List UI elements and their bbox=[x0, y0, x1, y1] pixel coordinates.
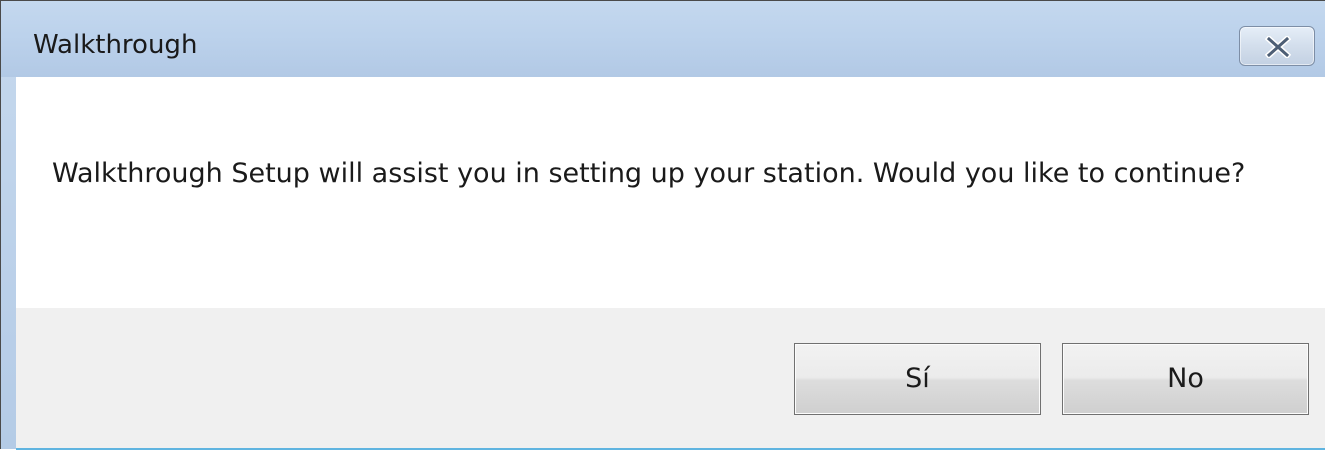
title-bar[interactable]: Walkthrough bbox=[1, 1, 1325, 77]
close-x-icon bbox=[1265, 36, 1291, 58]
dialog-body: Walkthrough Setup will assist you in set… bbox=[16, 77, 1325, 450]
window-title: Walkthrough bbox=[33, 30, 198, 60]
button-area: Sí No bbox=[16, 308, 1325, 450]
dialog-message: Walkthrough Setup will assist you in set… bbox=[52, 158, 1246, 189]
close-button[interactable] bbox=[1239, 26, 1315, 66]
no-button[interactable]: No bbox=[1062, 343, 1309, 415]
dialog-window: Walkthrough Walkthrough Setup will assis… bbox=[0, 0, 1325, 450]
yes-button[interactable]: Sí bbox=[794, 343, 1041, 415]
